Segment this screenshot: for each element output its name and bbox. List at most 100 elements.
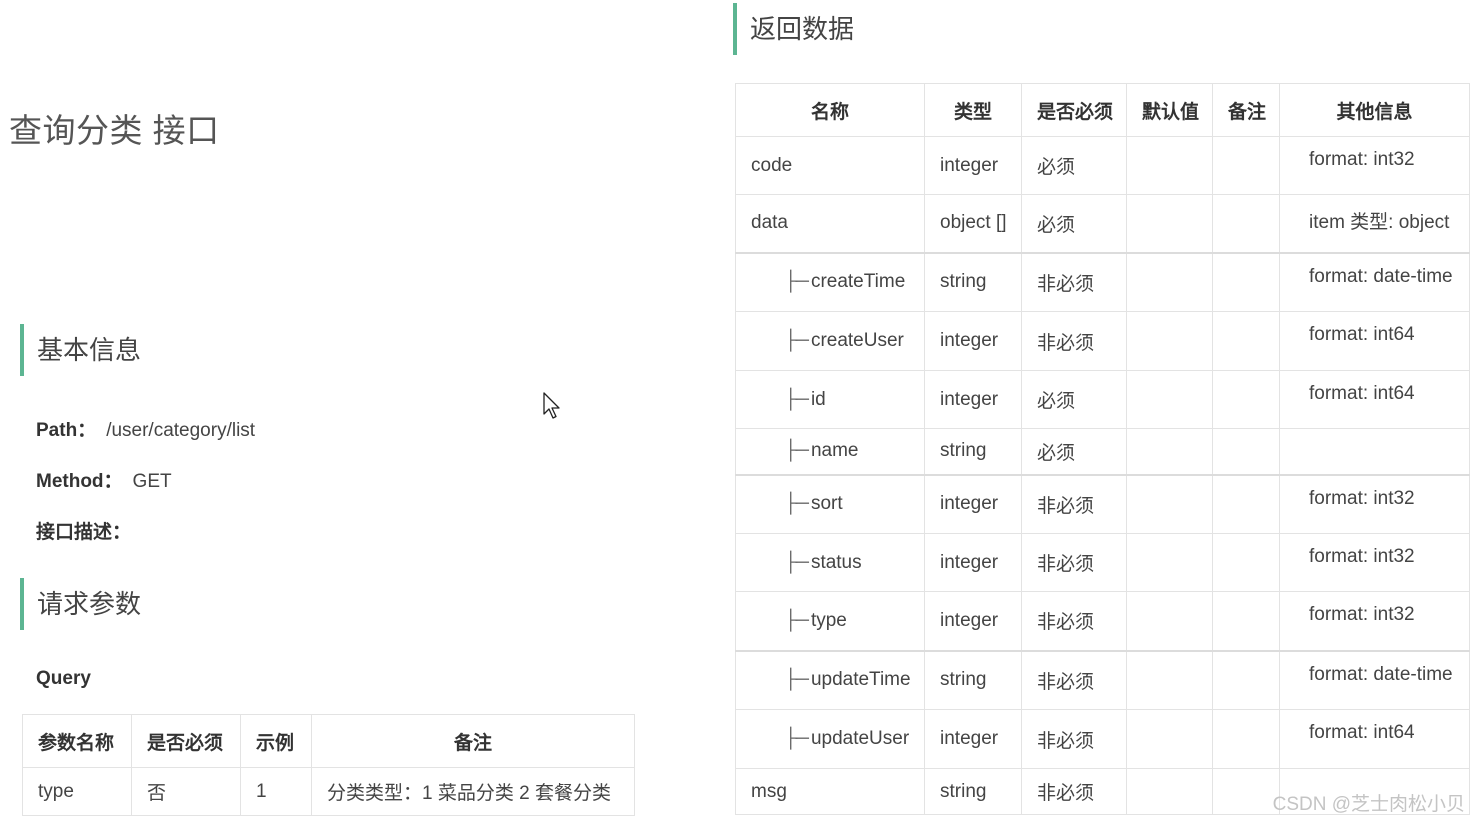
tree-branch-icon: ├─ (784, 728, 809, 749)
query-label: Query (36, 668, 91, 689)
field-name: createUser (810, 330, 904, 351)
field-name: name (810, 440, 859, 462)
field-name: type (810, 609, 847, 631)
tree-branch-icon: ├─ (784, 609, 809, 631)
field-note (1212, 768, 1280, 815)
param-example: 1 (240, 767, 312, 816)
tree-branch-icon: ├─ (784, 330, 809, 351)
field-default (1126, 649, 1213, 710)
request-params-heading: 请求参数 (20, 578, 141, 630)
watermark: CSDN @芝士肉松小贝 (1272, 794, 1465, 815)
field-type: integer (924, 473, 1022, 534)
field-note (1212, 194, 1280, 253)
column-header: 是否必须 (131, 714, 241, 768)
column-header: 类型 (924, 83, 1022, 137)
field-name: msg (735, 768, 925, 815)
table-row: type 否 1 分类类型：1 菜品分类 2 套餐分类 (22, 767, 635, 816)
field-type: integer (924, 311, 1022, 371)
column-header: 示例 (240, 714, 312, 768)
column-header: 参数名称 (22, 714, 132, 768)
table-header-row: 名称 类型 是否必须 默认值 备注 其他信息 (735, 83, 1470, 137)
field-note (1212, 370, 1280, 429)
path-label: Path： (36, 420, 97, 441)
table-row: ├─ sort integer 非必须 format: int32 (735, 473, 1470, 534)
field-other (1279, 428, 1470, 475)
field-other: format: int32 (1279, 136, 1470, 195)
field-type: string (924, 768, 1022, 815)
field-required: 非必须 (1021, 311, 1127, 371)
tree-branch-icon: ├─ (784, 388, 809, 410)
field-required: 非必须 (1021, 709, 1127, 769)
table-row: code integer 必须 format: int32 (735, 136, 1470, 195)
method-row: Method： GET (36, 466, 172, 493)
table-row: ├─ createUser integer 非必须 format: int64 (735, 311, 1470, 371)
field-required: 非必须 (1021, 649, 1127, 710)
field-name: updateTime (810, 669, 911, 691)
field-default (1126, 591, 1213, 651)
field-name: sort (810, 493, 843, 515)
field-default (1126, 428, 1213, 475)
field-type: integer (924, 533, 1022, 592)
field-default (1126, 473, 1213, 534)
field-name: createTime (810, 271, 906, 293)
field-default (1126, 311, 1213, 371)
field-other: format: int64 (1279, 709, 1470, 769)
field-type: string (924, 649, 1022, 710)
query-params-table: 参数名称 是否必须 示例 备注 type 否 1 分类类型：1 菜品分类 2 套… (22, 714, 635, 816)
param-required: 否 (131, 767, 241, 816)
field-required: 非必须 (1021, 251, 1127, 312)
field-note (1212, 311, 1280, 371)
column-header: 备注 (311, 714, 635, 768)
column-header: 默认值 (1126, 83, 1213, 137)
table-row: data object [] 必须 item 类型: object (735, 194, 1470, 253)
table-header-row: 参数名称 是否必须 示例 备注 (22, 714, 635, 768)
field-default (1126, 533, 1213, 592)
field-type: object [] (924, 194, 1022, 253)
field-other: format: date-time (1279, 649, 1470, 710)
method-label: Method： (36, 471, 123, 492)
page-title: 查询分类 接口 (9, 112, 220, 149)
table-row: ├─ updateTime string 非必须 format: date-tim… (735, 649, 1470, 710)
field-required: 非必须 (1021, 533, 1127, 592)
tree-branch-icon: ├─ (784, 440, 809, 462)
field-required: 必须 (1021, 370, 1127, 429)
field-required: 非必须 (1021, 768, 1127, 815)
field-type: integer (924, 591, 1022, 651)
column-header: 名称 (735, 83, 925, 137)
field-name: updateUser (810, 728, 910, 749)
description-row: 接口描述： (36, 517, 131, 544)
field-default (1126, 709, 1213, 769)
field-name: id (810, 388, 826, 410)
field-note (1212, 428, 1280, 475)
cropped-header-fragment (40, 0, 240, 4)
field-note (1212, 649, 1280, 710)
field-note (1212, 591, 1280, 651)
column-header: 是否必须 (1021, 83, 1127, 137)
param-note: 分类类型：1 菜品分类 2 套餐分类 (311, 767, 635, 816)
field-other: format: int32 (1279, 591, 1470, 651)
field-required: 必须 (1021, 194, 1127, 253)
field-required: 非必须 (1021, 591, 1127, 651)
tree-branch-icon: ├─ (784, 493, 809, 515)
tree-branch-icon: ├─ (784, 271, 809, 293)
response-data-heading: 返回数据 (733, 3, 854, 55)
table-row: ├─ status integer 非必须 format: int32 (735, 533, 1470, 592)
field-note (1212, 473, 1280, 534)
tree-branch-icon: ├─ (784, 551, 809, 573)
field-type: integer (924, 136, 1022, 195)
field-name: status (810, 551, 862, 573)
method-value: GET (132, 471, 172, 492)
path-value: /user/category/list (106, 420, 256, 441)
field-required: 必须 (1021, 428, 1127, 475)
mouse-pointer-icon (543, 392, 560, 419)
field-type: string (924, 428, 1022, 475)
field-note (1212, 709, 1280, 769)
table-row: ├─ id integer 必须 format: int64 (735, 370, 1470, 429)
field-default (1126, 194, 1213, 253)
table-row: ├─ name string 必须 (735, 428, 1470, 475)
param-name: type (22, 767, 132, 816)
field-default (1126, 136, 1213, 195)
field-required: 必须 (1021, 136, 1127, 195)
field-other: format: int32 (1279, 533, 1470, 592)
field-note (1212, 533, 1280, 592)
